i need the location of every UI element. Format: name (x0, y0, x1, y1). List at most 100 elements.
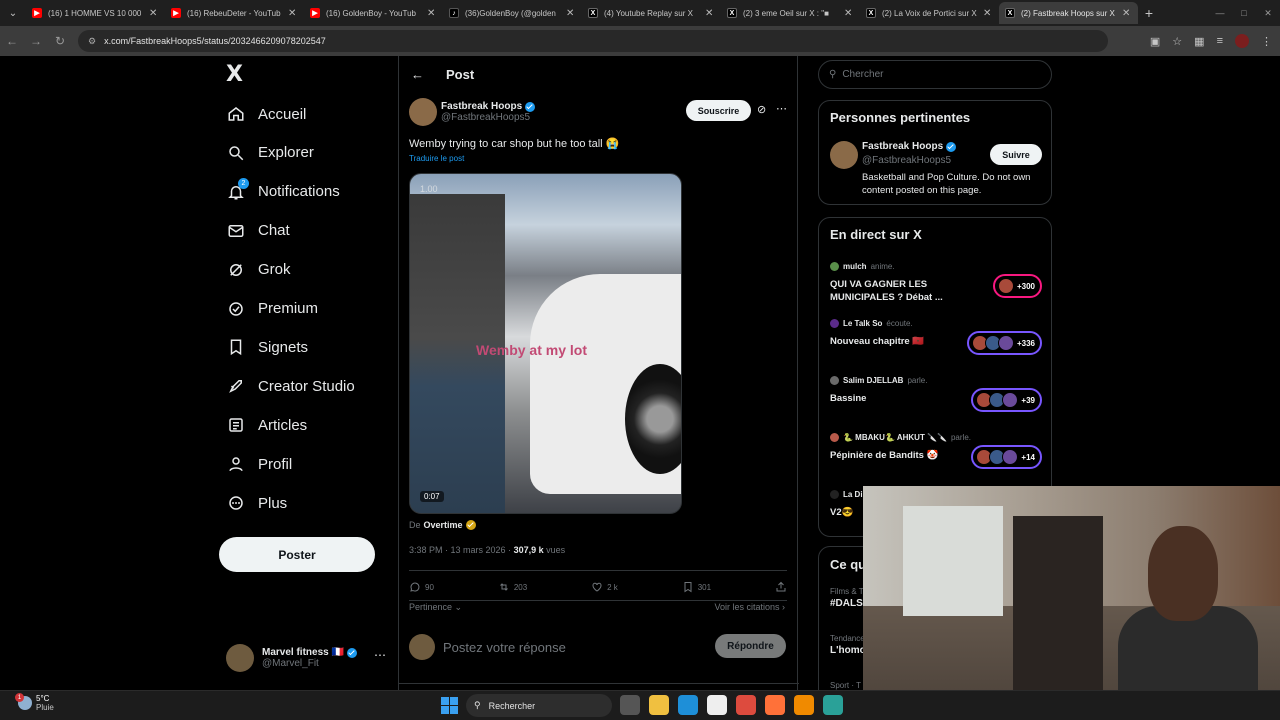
close-tab-icon[interactable]: ✕ (149, 8, 159, 19)
author-name[interactable]: Fastbreak Hoops (862, 141, 957, 152)
nav-item-chat[interactable]: Chat (226, 216, 290, 246)
bookmark-action[interactable]: 301 (682, 579, 711, 595)
browser-tab[interactable]: X (4) Youtube Replay sur X ✕ (582, 2, 721, 24)
trend-item[interactable]: Tendance L'homo (830, 634, 866, 656)
close-tab-icon[interactable]: ✕ (1122, 8, 1132, 19)
back-arrow-icon[interactable]: ← (411, 67, 424, 82)
nav-item-signets[interactable]: Signets (226, 332, 308, 362)
address-bar[interactable]: ⚙ x.com/FastbreakHoops5/status/203246620… (78, 30, 1108, 52)
browser-tab[interactable]: X (2) 3 eme Oeil sur X : "■ ✕ (721, 2, 860, 24)
nav-item-premium[interactable]: Premium (226, 294, 318, 324)
share-action[interactable] (775, 579, 787, 595)
temperature: 5°C (36, 694, 50, 703)
firefox-icon[interactable] (765, 695, 785, 715)
browser-tab[interactable]: ▶ (16) RebeuDeter - YouTub ✕ (165, 2, 304, 24)
nav-item-profil[interactable]: Profil (226, 449, 292, 479)
like-action[interactable]: 2 k (591, 579, 618, 595)
weather-widget[interactable]: 1 5°C Pluie (15, 693, 54, 712)
store-icon[interactable] (707, 695, 727, 715)
forward-icon[interactable]: → (24, 34, 48, 48)
nav-item-accueil[interactable]: Accueil (226, 99, 306, 129)
post-video[interactable]: Wemby at my lot 1.00 0:07 (409, 173, 682, 514)
close-tab-icon[interactable]: ✕ (427, 8, 437, 19)
nav-item-creator-studio[interactable]: Creator Studio (226, 371, 355, 401)
task-view-icon[interactable] (620, 695, 640, 715)
edge-icon[interactable] (678, 695, 698, 715)
taskbar-search[interactable]: ⚲ Rechercher (466, 694, 612, 717)
tab-search-icon[interactable]: ⌄ (0, 0, 26, 26)
browser-tab[interactable]: X (2) La Voix de Portici sur X ✕ (860, 2, 999, 24)
author-handle[interactable]: @FastbreakHoops5 (862, 155, 951, 166)
video-speed[interactable]: 1.00 (420, 184, 438, 194)
maximize-icon[interactable]: □ (1232, 0, 1256, 26)
source-name[interactable]: Overtime (424, 520, 463, 530)
sort-dropdown[interactable]: Pertinence ⌄ (409, 602, 462, 613)
reply-action[interactable]: 90 (409, 579, 434, 595)
chrome-icon[interactable] (736, 695, 756, 715)
more-icon[interactable]: ⋯ (776, 102, 787, 115)
media-icon[interactable]: ≡ (1217, 35, 1223, 47)
account-switcher[interactable]: Marvel fitness 🇫🇷 @Marvel_Fit ⋯ (226, 642, 386, 674)
site-info-icon[interactable]: ⚙ (88, 36, 96, 47)
file-explorer-icon[interactable] (649, 695, 669, 715)
more-icon[interactable]: ⋯ (374, 648, 386, 662)
trend-item[interactable]: Sport · T#OMA (830, 681, 861, 690)
listeners-pill[interactable]: +300 (992, 274, 1042, 298)
host-avatar (830, 319, 839, 328)
grok-icon[interactable]: ⊘ (757, 103, 766, 116)
back-icon[interactable]: ← (0, 34, 24, 48)
grok-icon (226, 260, 246, 280)
start-button[interactable] (441, 697, 458, 714)
reload-icon[interactable]: ↻ (48, 34, 72, 48)
follow-button[interactable]: Suivre (990, 144, 1042, 165)
new-tab-button[interactable]: + (1138, 5, 1160, 21)
author-avatar[interactable] (409, 98, 437, 126)
menu-icon[interactable]: ⋮ (1261, 35, 1272, 48)
close-tab-icon[interactable]: ✕ (705, 8, 715, 19)
nav-item-notifications[interactable]: 2 Notifications (226, 177, 340, 207)
minimize-icon[interactable]: — (1208, 0, 1232, 26)
tiktok-icon: ♪ (449, 8, 459, 18)
trend-item[interactable]: Films & T #DALS (830, 587, 864, 609)
author-avatar[interactable] (830, 141, 858, 169)
bookmark-star-icon[interactable]: ☆ (1172, 35, 1182, 48)
close-tab-icon[interactable]: ✕ (983, 8, 993, 19)
nav-item-explorer[interactable]: Explorer (226, 138, 314, 168)
vlc-icon[interactable] (794, 695, 814, 715)
install-icon[interactable]: ▣ (1150, 35, 1160, 48)
author-name[interactable]: Fastbreak Hoops (441, 101, 536, 112)
repost-action[interactable]: 203 (498, 579, 527, 595)
nav-item-plus[interactable]: Plus (226, 488, 287, 518)
browser-tab-strip: ⌄ ▶ (16) 1 HOMME VS 10 000 ✕ ▶ (16) RebeuDet… (0, 0, 1280, 26)
post-text: Wemby trying to car shop but he too tall… (409, 138, 620, 150)
reply-button[interactable]: Répondre (715, 634, 786, 658)
post-time[interactable]: 3:38 PM · 13 mars 2026 · (409, 545, 511, 555)
close-tab-icon[interactable]: ✕ (566, 8, 576, 19)
close-icon[interactable]: ✕ (1256, 0, 1280, 26)
listeners-pill[interactable]: +336 (966, 331, 1042, 355)
close-tab-icon[interactable]: ✕ (288, 8, 298, 19)
x-logo[interactable]: X (226, 62, 243, 87)
nav-item-grok[interactable]: Grok (226, 255, 291, 285)
translate-link[interactable]: Traduire le post (409, 154, 464, 163)
listeners-pill[interactable]: +14 (971, 445, 1042, 469)
post-author[interactable]: Fastbreak Hoops @FastbreakHoops5 (409, 98, 536, 126)
author-handle[interactable]: @FastbreakHoops5 (441, 112, 535, 123)
post-button[interactable]: Poster (219, 537, 375, 572)
subscribe-button[interactable]: Souscrire (686, 100, 751, 121)
browser-tab[interactable]: ▶ (16) 1 HOMME VS 10 000 ✕ (26, 2, 165, 24)
extensions-icon[interactable]: ▦ (1194, 35, 1204, 48)
reply-input[interactable]: Postez votre réponse (443, 640, 566, 655)
listeners-pill[interactable]: +39 (971, 388, 1042, 412)
browser-tab[interactable]: X (2) Fastbreak Hoops sur X ✕ (999, 2, 1138, 24)
browser-tab[interactable]: ♪ (36)GoldenBoy (@golden ✕ (443, 2, 582, 24)
browser-tab[interactable]: ▶ (16) GoldenBoy - YouTub ✕ (304, 2, 443, 24)
nav-item-articles[interactable]: Articles (226, 410, 307, 440)
card-title: En direct sur X (830, 227, 922, 242)
video-source: De Overtime (409, 520, 476, 530)
search-input[interactable]: ⚲ Chercher (818, 60, 1052, 89)
profile-avatar[interactable] (1235, 34, 1249, 48)
close-tab-icon[interactable]: ✕ (844, 8, 854, 19)
app-icon[interactable] (823, 695, 843, 715)
quotes-link[interactable]: Voir les citations › (714, 602, 785, 612)
